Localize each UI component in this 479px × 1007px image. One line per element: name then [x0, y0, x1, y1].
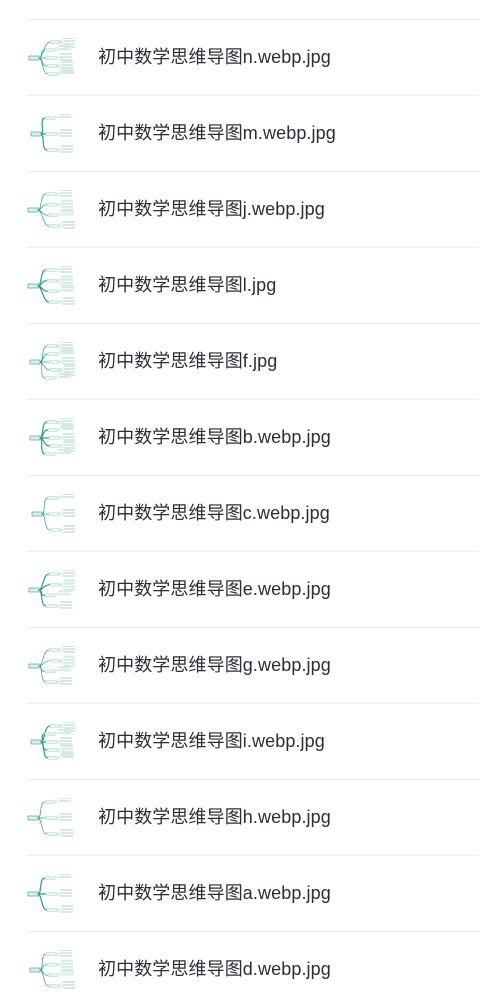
- file-name: 初中数学思维导图h.webp.jpg: [98, 807, 331, 827]
- file-list-item[interactable]: 初中数学思维导图c.webp.jpg: [27, 475, 479, 551]
- mindmap-thumbnail-icon: [27, 570, 75, 610]
- file-name: 初中数学思维导图a.webp.jpg: [98, 883, 331, 903]
- file-name: 初中数学思维导图b.webp.jpg: [98, 427, 331, 447]
- file-list-item[interactable]: 初中数学思维导图e.webp.jpg: [27, 551, 479, 627]
- mindmap-thumbnail-icon: [27, 190, 75, 230]
- mindmap-thumbnail-icon: [27, 646, 75, 686]
- file-list-item[interactable]: 初中数学思维导图a.webp.jpg: [27, 855, 479, 931]
- file-name: 初中数学思维导图n.webp.jpg: [98, 47, 331, 67]
- file-name: 初中数学思维导图j.webp.jpg: [98, 199, 325, 219]
- mindmap-thumbnail-icon: [27, 494, 75, 534]
- file-list-item[interactable]: 初中数学思维导图j.webp.jpg: [27, 171, 479, 247]
- file-name: 初中数学思维导图l.jpg: [98, 275, 277, 295]
- file-list-item[interactable]: 初中数学思维导图f.jpg: [27, 323, 479, 399]
- mindmap-thumbnail-icon: [27, 950, 75, 990]
- file-list-item[interactable]: 初中数学思维导图h.webp.jpg: [27, 779, 479, 855]
- file-name: 初中数学思维导图f.jpg: [98, 351, 278, 371]
- file-name: 初中数学思维导图d.webp.jpg: [98, 959, 331, 979]
- mindmap-thumbnail-icon: [27, 266, 75, 306]
- file-name: 初中数学思维导图i.webp.jpg: [98, 731, 325, 751]
- file-list-item[interactable]: 初中数学思维导图b.webp.jpg: [27, 399, 479, 475]
- file-name: 初中数学思维导图e.webp.jpg: [98, 579, 331, 599]
- mindmap-thumbnail-icon: [27, 874, 75, 914]
- file-list-item[interactable]: 初中数学思维导图i.webp.jpg: [27, 703, 479, 779]
- file-name: 初中数学思维导图g.webp.jpg: [98, 655, 331, 675]
- file-list-item[interactable]: 初中数学思维导图d.webp.jpg: [27, 931, 479, 1007]
- mindmap-thumbnail-icon: [27, 418, 75, 458]
- file-list-item[interactable]: 初中数学思维导图g.webp.jpg: [27, 627, 479, 703]
- mindmap-thumbnail-icon: [27, 342, 75, 382]
- mindmap-thumbnail-icon: [27, 114, 75, 154]
- mindmap-thumbnail-icon: [27, 798, 75, 838]
- mindmap-thumbnail-icon: [27, 38, 75, 78]
- file-list-item[interactable]: 初中数学思维导图m.webp.jpg: [27, 95, 479, 171]
- file-list: 初中数学思维导图n.webp.jpg 初中数学思维导图m.webp.jpg 初中…: [0, 19, 479, 1007]
- mindmap-thumbnail-icon: [27, 722, 75, 762]
- file-list-item[interactable]: 初中数学思维导图n.webp.jpg: [27, 19, 479, 95]
- file-list-item[interactable]: 初中数学思维导图l.jpg: [27, 247, 479, 323]
- file-name: 初中数学思维导图m.webp.jpg: [98, 123, 336, 143]
- file-name: 初中数学思维导图c.webp.jpg: [98, 503, 330, 523]
